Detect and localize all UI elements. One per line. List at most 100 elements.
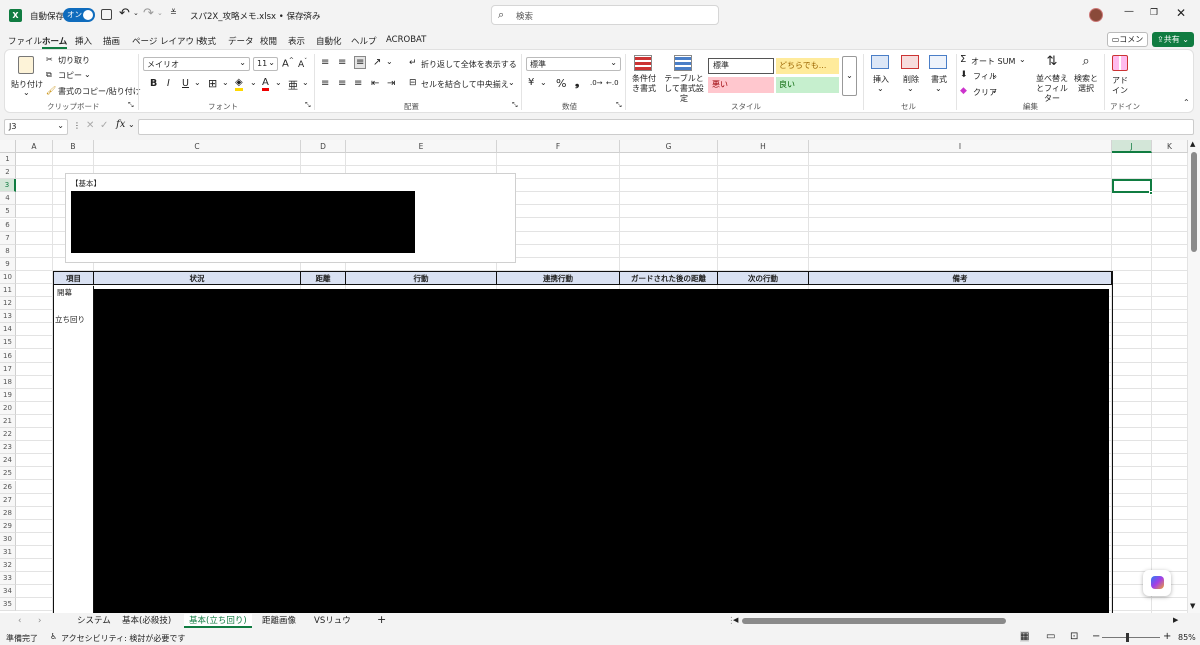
paste-button[interactable]: 貼り付け ⌄ <box>11 54 43 98</box>
align-right-icon[interactable]: ≡ <box>354 78 362 89</box>
align-top-icon[interactable]: ≡ <box>321 57 329 68</box>
row-header-12[interactable]: 12 <box>0 297 16 311</box>
normal-view-icon[interactable]: ▦ <box>1020 631 1030 642</box>
clear-dropdown-icon[interactable]: ⌄ <box>991 86 998 95</box>
font-name-select[interactable]: メイリオ ⌄ <box>143 57 250 71</box>
tab-acrobat[interactable]: ACROBAT <box>386 35 426 45</box>
tab-view[interactable]: 表示 <box>288 35 305 47</box>
row-header-10[interactable]: 10 <box>0 270 16 284</box>
decrease-decimal-icon[interactable]: ←.0 <box>606 79 619 87</box>
font-color-dropdown-icon[interactable]: ⌄ <box>275 78 282 87</box>
header-action[interactable]: 行動 <box>346 272 497 285</box>
tab-help[interactable]: ヘルプ <box>351 35 377 47</box>
font-color-icon[interactable]: A <box>262 77 269 91</box>
vertical-scrollbar[interactable]: ▲ ▼ <box>1188 140 1200 613</box>
sort-filter-button[interactable]: ⇅ 並べ替えとフィルター <box>1032 54 1072 103</box>
row-header-7[interactable]: 7 <box>0 231 16 245</box>
undo-icon[interactable]: ↶ <box>119 6 130 21</box>
copy-dropdown-icon[interactable]: ⌄ <box>84 70 91 79</box>
format-painter-label[interactable]: 書式のコピー/貼り付け <box>58 86 141 97</box>
underline-dropdown-icon[interactable]: ⌄ <box>194 78 201 87</box>
insert-function-dropdown-icon[interactable]: ⌄ <box>128 120 135 129</box>
minimize-icon[interactable]: — <box>1124 6 1134 17</box>
share-button[interactable]: ⇪共有 ⌄ <box>1152 32 1194 47</box>
add-sheet-icon[interactable]: + <box>377 613 386 627</box>
wrap-text-icon[interactable]: ↵ <box>409 58 417 68</box>
row-header-3[interactable]: 3 <box>0 179 16 193</box>
zoom-in-icon[interactable]: + <box>1163 631 1171 642</box>
row-header-18[interactable]: 18 <box>0 375 16 389</box>
sheet-tab[interactable]: 距離画像 <box>262 614 296 628</box>
scroll-down-icon[interactable]: ▼ <box>1190 602 1195 610</box>
avatar[interactable] <box>1089 8 1103 22</box>
scroll-tabs-right-icon[interactable]: › <box>38 614 41 628</box>
accessibility-status[interactable]: アクセシビリティ: 検討が必要です <box>61 633 185 644</box>
zoom-slider[interactable] <box>1102 633 1160 642</box>
row-header-28[interactable]: 28 <box>0 506 16 520</box>
decrease-font-icon[interactable]: Aˇ <box>298 58 307 70</box>
increase-font-icon[interactable]: A^ <box>282 57 294 69</box>
phonetic-icon[interactable]: 亜 <box>288 77 298 92</box>
header-next-action[interactable]: 次の行動 <box>718 272 809 285</box>
phonetic-dropdown-icon[interactable]: ⌄ <box>302 78 309 87</box>
style-bad[interactable]: 悪い <box>708 77 774 93</box>
row-header-6[interactable]: 6 <box>0 218 16 232</box>
column-header-b[interactable]: B <box>53 140 94 153</box>
copy-label[interactable]: コピー <box>58 70 82 81</box>
fill-color-icon[interactable]: ◈ <box>235 77 243 91</box>
row-header-9[interactable]: 9 <box>0 257 16 271</box>
row-header-26[interactable]: 26 <box>0 480 16 494</box>
row-header-24[interactable]: 24 <box>0 454 16 468</box>
merge-dropdown-icon[interactable]: ⌄ <box>508 78 515 87</box>
zoom-slider-thumb[interactable] <box>1126 633 1129 642</box>
wrap-text-label[interactable]: 折り返して全体を表示する <box>421 59 517 70</box>
scroll-left-icon[interactable]: ◀ <box>733 616 738 624</box>
tab-insert[interactable]: 挿入 <box>75 35 92 47</box>
currency-icon[interactable]: ¥ <box>528 77 534 88</box>
close-icon[interactable]: ✕ <box>1176 6 1186 20</box>
row-header-15[interactable]: 15 <box>0 336 16 350</box>
horizontal-scroll-thumb[interactable] <box>742 618 1006 624</box>
row-header-1[interactable]: 1 <box>0 153 16 166</box>
autosum-label[interactable]: オート SUM <box>971 56 1015 67</box>
vertical-scroll-thumb[interactable] <box>1191 152 1197 252</box>
copy-icon[interactable]: ⧉ <box>46 70 52 80</box>
autosum-icon[interactable]: Σ <box>960 54 966 65</box>
clear-icon[interactable]: ◆ <box>960 86 967 96</box>
row-header-23[interactable]: 23 <box>0 441 16 455</box>
redo-dropdown-icon[interactable]: ⌄ <box>157 9 163 17</box>
header-distance[interactable]: 距離 <box>301 272 346 285</box>
column-header-a[interactable]: A <box>16 140 53 153</box>
style-good[interactable]: 良い <box>776 77 839 93</box>
borders-dropdown-icon[interactable]: ⌄ <box>222 78 229 87</box>
redo-icon[interactable]: ↷ <box>143 6 154 21</box>
accessibility-icon[interactable]: ♿ <box>50 632 57 641</box>
tab-data[interactable]: データ <box>228 35 254 47</box>
column-header-h[interactable]: H <box>718 140 809 153</box>
name-box[interactable]: J3 ⌄ <box>4 119 68 135</box>
zoom-level[interactable]: 85% <box>1178 633 1196 642</box>
italic-icon[interactable]: I <box>167 78 170 89</box>
more-options-icon[interactable]: ⋮ <box>73 121 81 130</box>
cut-label[interactable]: 切り取り <box>58 55 90 66</box>
row-header-20[interactable]: 20 <box>0 401 16 415</box>
merge-center-icon[interactable]: ⊟ <box>409 78 417 88</box>
number-launcher-icon[interactable]: ⤡ <box>616 101 622 110</box>
tab-page-layout[interactable]: ページ レイアウト <box>132 35 203 47</box>
header-notes[interactable]: 備考 <box>809 272 1112 285</box>
page-break-view-icon[interactable]: ⊡ <box>1070 631 1078 642</box>
row-header-25[interactable]: 25 <box>0 467 16 481</box>
style-neutral[interactable]: どちらでも... <box>776 58 839 74</box>
decrease-indent-icon[interactable]: ⇤ <box>371 78 379 89</box>
currency-dropdown-icon[interactable]: ⌄ <box>540 78 547 87</box>
row-header-8[interactable]: 8 <box>0 244 16 258</box>
bold-icon[interactable]: B <box>150 78 157 89</box>
confirm-entry-icon[interactable]: ✓ <box>100 120 108 131</box>
delete-cells-button[interactable]: 削除 ⌄ <box>897 54 923 98</box>
row-header-17[interactable]: 17 <box>0 362 16 376</box>
scroll-up-icon[interactable]: ▲ <box>1190 140 1195 148</box>
column-header-c[interactable]: C <box>94 140 301 153</box>
file-name-dropdown-icon[interactable]: ⌄ <box>301 9 308 18</box>
addins-button[interactable]: アドイン <box>1107 54 1133 98</box>
percent-icon[interactable]: % <box>556 77 566 90</box>
